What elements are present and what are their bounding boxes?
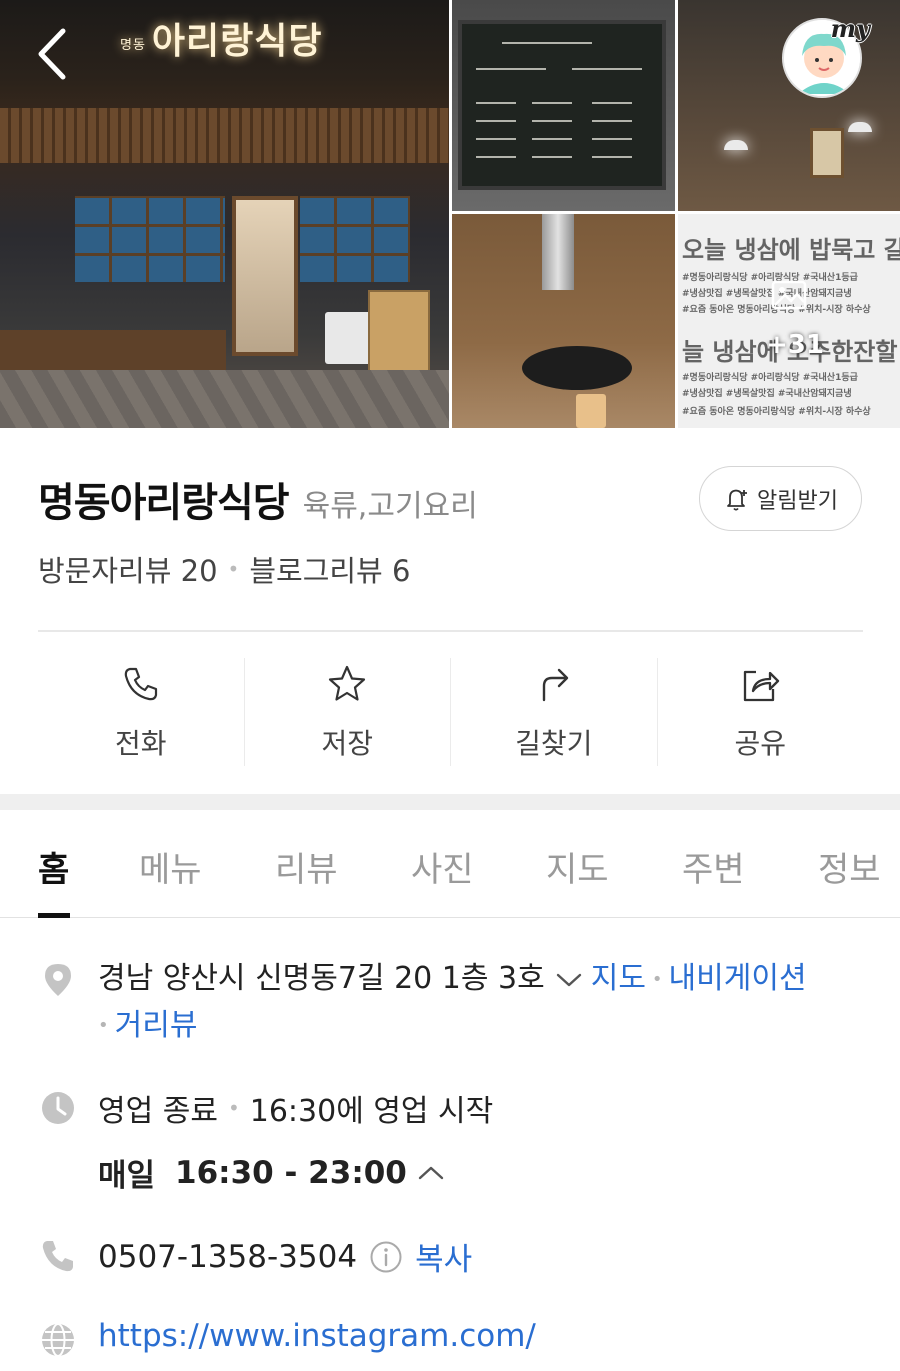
blog-reviews-link[interactable]: 블로그리뷰 6 <box>249 548 410 590</box>
more-photos-count: +31 <box>766 330 824 360</box>
more-photos-overlay[interactable] <box>678 214 900 428</box>
window <box>300 196 410 282</box>
address-text: 경남 양산시 신명동7길 20 1층 3호 <box>98 961 545 996</box>
separator-dot: • <box>227 557 240 581</box>
tab-map[interactable]: 지도 <box>546 842 609 891</box>
back-button[interactable] <box>22 22 82 86</box>
tab-home[interactable]: 홈 <box>38 842 69 891</box>
my-profile-button[interactable]: my <box>780 14 870 98</box>
directions-button[interactable]: 길찾기 <box>451 658 658 766</box>
clock-icon <box>42 1092 74 1124</box>
globe-icon <box>42 1323 74 1357</box>
chevron-up-icon[interactable] <box>417 1163 445 1183</box>
review-summary: 방문자리뷰 20 • 블로그리뷰 6 <box>38 548 410 590</box>
place-header: 명동아리랑식당 육류,고기요리 <box>38 470 478 528</box>
phone-number[interactable]: 0507-1358-3504 <box>98 1239 357 1275</box>
visitor-reviews-link[interactable]: 방문자리뷰 20 <box>38 548 218 590</box>
copy-phone-button[interactable]: 복사 <box>415 1234 472 1279</box>
business-hours[interactable]: 매일 16:30 - 23:00 <box>98 1150 453 1195</box>
my-label: my <box>830 14 870 43</box>
navigation-link[interactable]: 내비게이션 <box>669 961 807 996</box>
place-name: 명동아리랑식당 <box>38 480 290 526</box>
call-button[interactable]: 전화 <box>38 658 245 766</box>
hours-day: 매일 <box>98 1158 156 1194</box>
wall-frame <box>810 128 844 178</box>
chevron-left-icon <box>38 28 66 80</box>
restaurant-sign: 명동 아리랑식당 <box>120 21 323 62</box>
air-conditioner <box>325 312 371 364</box>
photo-gallery[interactable]: 명동아리랑식당 오늘 냉삼에 밥묵고 갈래 #명동아리랑식당 #아리랑식당 <box>0 0 900 428</box>
divider <box>38 630 863 632</box>
street-view-link[interactable]: 거리뷰 <box>115 1008 198 1043</box>
status-detail: 16:30에 영업 시작 <box>249 1094 494 1129</box>
tab-bar: 홈 메뉴 리뷰 사진 지도 주변 정보 <box>0 810 900 918</box>
share-button[interactable]: 공유 <box>658 658 864 766</box>
call-label: 전화 <box>114 727 167 760</box>
tab-nearby[interactable]: 주변 <box>682 842 745 891</box>
bell-plus-icon <box>727 489 748 511</box>
notify-button[interactable]: 알림받기 <box>699 466 862 531</box>
info-circle-icon[interactable] <box>369 1240 403 1274</box>
website-link[interactable]: https://www.instagram.com/ <box>98 1318 536 1354</box>
action-bar: 전화 저장 길찾기 공유 <box>38 658 863 766</box>
save-label: 저장 <box>321 727 374 760</box>
section-separator <box>0 794 900 810</box>
directions-label: 길찾기 <box>515 727 593 760</box>
tab-info[interactable]: 정보 <box>818 842 881 891</box>
window <box>75 196 225 282</box>
tab-photos[interactable]: 사진 <box>411 842 474 891</box>
phone-row: 0507-1358-3504 복사 <box>98 1234 472 1279</box>
place-category: 육류,고기요리 <box>302 489 478 524</box>
grill-table-photo[interactable] <box>452 214 675 428</box>
phone-icon <box>124 667 157 701</box>
business-status: 영업 종료 • 16:30에 영업 시작 <box>98 1086 493 1130</box>
star-icon <box>329 665 366 701</box>
separator-dot: • <box>651 968 663 990</box>
save-button[interactable]: 저장 <box>245 658 451 766</box>
phone-icon <box>42 1241 73 1272</box>
address-block: 경남 양산시 신명동7길 20 1층 3호 지도 • 내비게이션 • 거리뷰 <box>98 956 868 1049</box>
grill-pan <box>522 346 632 390</box>
exhaust-pipe <box>542 214 574 290</box>
roof-beams <box>0 108 449 163</box>
chevron-down-icon[interactable] <box>555 970 583 990</box>
image-icon <box>771 280 807 310</box>
drink-cup <box>576 394 606 428</box>
notify-label: 알림받기 <box>757 488 838 514</box>
share-label: 공유 <box>734 727 787 760</box>
separator-dot: • <box>227 1096 240 1120</box>
directions-icon <box>542 668 568 702</box>
active-tab-indicator <box>38 913 70 918</box>
map-link[interactable]: 지도 <box>591 961 646 996</box>
entrance-door <box>232 196 298 356</box>
chalkboard <box>458 20 666 190</box>
tab-menu[interactable]: 메뉴 <box>139 842 202 891</box>
location-pin-icon <box>45 964 71 996</box>
share-icon <box>744 670 780 702</box>
tab-reviews[interactable]: 리뷰 <box>275 842 338 891</box>
menu-board-photo[interactable] <box>452 0 675 211</box>
hours-time: 16:30 - 23:00 <box>175 1154 407 1191</box>
tile-floor <box>0 370 449 428</box>
status-text: 영업 종료 <box>98 1094 218 1129</box>
separator-dot: • <box>98 1015 109 1036</box>
